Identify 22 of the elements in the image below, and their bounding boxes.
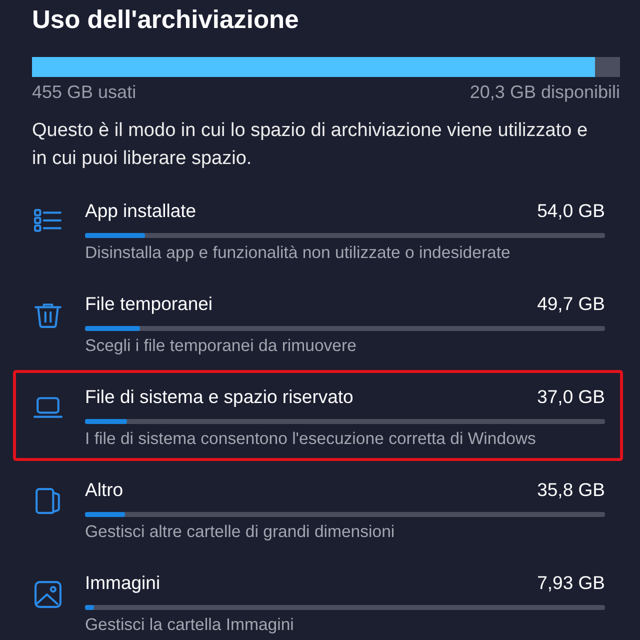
category-size: 37,0 GB bbox=[537, 385, 605, 409]
category-name[interactable]: File temporanei bbox=[85, 292, 213, 316]
category-description: Gestisci altre cartelle di grandi dimensioni bbox=[85, 521, 396, 543]
used-space-label: 455 GB usati bbox=[32, 81, 136, 103]
category-description: I file di sistema consentono l'esecuzione corretta di Windows bbox=[85, 428, 537, 450]
category-name[interactable]: App installate bbox=[85, 199, 196, 223]
page-title: Uso dell'archiviazione bbox=[32, 5, 300, 36]
category-name[interactable]: Immagini bbox=[85, 571, 160, 595]
category-description: Disinstalla app e funzionalità non utilizzate o indesiderate bbox=[85, 242, 512, 264]
category-size: 49,7 GB bbox=[537, 292, 605, 316]
storage-description: Questo è il modo in cui lo spazio di archiviazione viene utilizzato e in cui puoi liberare spazio. bbox=[32, 119, 589, 171]
trash-icon bbox=[33, 301, 63, 329]
free-space-label: 20,3 GB disponibili bbox=[470, 81, 620, 103]
category-size: 35,8 GB bbox=[537, 478, 605, 502]
document-icon bbox=[33, 487, 63, 515]
image-icon bbox=[33, 580, 63, 608]
category-name[interactable]: Altro bbox=[85, 478, 124, 502]
category-size: 54,0 GB bbox=[537, 199, 605, 223]
category-name[interactable]: File di sistema e spazio riservato bbox=[85, 385, 354, 409]
category-size: 7,93 GB bbox=[537, 571, 605, 595]
category-description: Scegli i file temporanei da rimuovere bbox=[85, 335, 358, 357]
category-description: Gestisci la cartella Immagini bbox=[85, 614, 295, 636]
